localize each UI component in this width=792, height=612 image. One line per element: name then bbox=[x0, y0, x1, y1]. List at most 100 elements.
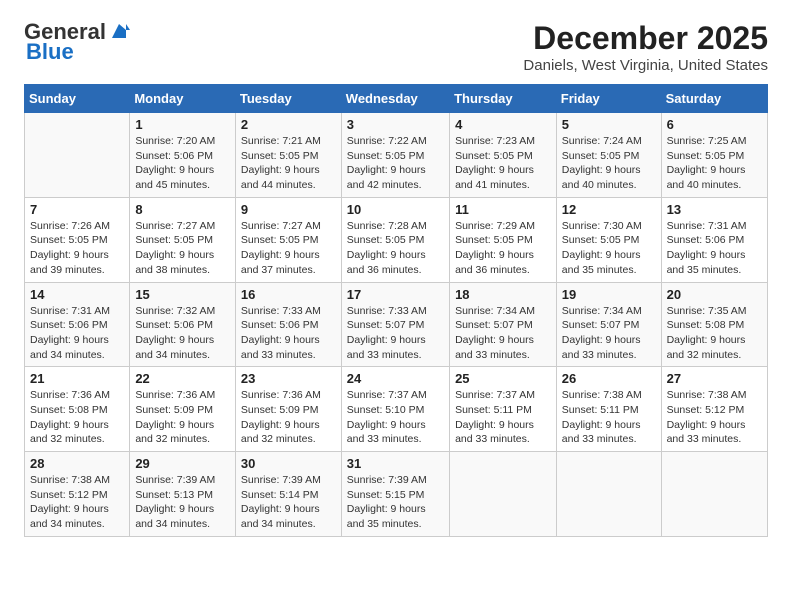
calendar-cell: 18 Sunrise: 7:34 AM Sunset: 5:07 PM Dayli… bbox=[450, 282, 557, 367]
day-number: 2 bbox=[241, 117, 336, 132]
logo-blue: Blue bbox=[26, 40, 74, 64]
day-detail: Sunrise: 7:38 AM Sunset: 5:12 PM Dayligh… bbox=[30, 473, 124, 532]
calendar-cell: 25 Sunrise: 7:37 AM Sunset: 5:11 PM Dayli… bbox=[450, 367, 557, 452]
calendar-cell: 30Sunrise: 7:39 AM Sunset: 5:14 PM Dayli… bbox=[235, 452, 341, 537]
day-detail: Sunrise: 7:36 AM Sunset: 5:09 PM Dayligh… bbox=[241, 388, 336, 447]
calendar-cell: 31Sunrise: 7:39 AM Sunset: 5:15 PM Dayli… bbox=[341, 452, 449, 537]
day-number: 4 bbox=[455, 117, 551, 132]
day-number: 25 bbox=[455, 371, 551, 386]
calendar-cell: 8 Sunrise: 7:27 AM Sunset: 5:05 PM Daylig… bbox=[130, 197, 236, 282]
day-detail: Sunrise: 7:31 AM Sunset: 5:06 PM Dayligh… bbox=[667, 219, 762, 278]
day-of-week-sunday: Sunday bbox=[25, 85, 130, 113]
calendar-week-4: 21 Sunrise: 7:36 AM Sunset: 5:08 PM Dayli… bbox=[25, 367, 768, 452]
day-detail: Sunrise: 7:33 AM Sunset: 5:06 PM Dayligh… bbox=[241, 304, 336, 363]
day-detail: Sunrise: 7:37 AM Sunset: 5:11 PM Dayligh… bbox=[455, 388, 551, 447]
calendar-cell: 2 Sunrise: 7:21 AM Sunset: 5:05 PM Daylig… bbox=[235, 113, 341, 198]
calendar-cell: 7 Sunrise: 7:26 AM Sunset: 5:05 PM Daylig… bbox=[25, 197, 130, 282]
calendar-cell: 24Sunrise: 7:37 AM Sunset: 5:10 PM Dayli… bbox=[341, 367, 449, 452]
calendar-cell: 12 Sunrise: 7:30 AM Sunset: 5:05 PM Dayli… bbox=[556, 197, 661, 282]
day-detail: Sunrise: 7:33 AM Sunset: 5:07 PM Dayligh… bbox=[347, 304, 444, 363]
day-detail: Sunrise: 7:38 AM Sunset: 5:11 PM Dayligh… bbox=[562, 388, 656, 447]
day-detail: Sunrise: 7:26 AM Sunset: 5:05 PM Dayligh… bbox=[30, 219, 124, 278]
day-number: 29 bbox=[135, 456, 230, 471]
day-detail: Sunrise: 7:24 AM Sunset: 5:05 PM Dayligh… bbox=[562, 134, 656, 193]
day-number: 16 bbox=[241, 287, 336, 302]
day-number: 8 bbox=[135, 202, 230, 217]
day-detail: Sunrise: 7:29 AM Sunset: 5:05 PM Dayligh… bbox=[455, 219, 551, 278]
calendar-cell: 21 Sunrise: 7:36 AM Sunset: 5:08 PM Dayli… bbox=[25, 367, 130, 452]
day-detail: Sunrise: 7:36 AM Sunset: 5:09 PM Dayligh… bbox=[135, 388, 230, 447]
day-number: 28 bbox=[30, 456, 124, 471]
calendar-cell: 17Sunrise: 7:33 AM Sunset: 5:07 PM Dayli… bbox=[341, 282, 449, 367]
day-number: 3 bbox=[347, 117, 444, 132]
calendar-subtitle: Daniels, West Virginia, United States bbox=[523, 57, 768, 74]
day-number: 27 bbox=[667, 371, 762, 386]
calendar-cell: 26 Sunrise: 7:38 AM Sunset: 5:11 PM Dayli… bbox=[556, 367, 661, 452]
calendar-cell: 10Sunrise: 7:28 AM Sunset: 5:05 PM Dayli… bbox=[341, 197, 449, 282]
page-header: General Blue December 2025 Daniels, West… bbox=[24, 20, 768, 74]
day-number: 1 bbox=[135, 117, 230, 132]
day-of-week-tuesday: Tuesday bbox=[235, 85, 341, 113]
day-number: 9 bbox=[241, 202, 336, 217]
calendar-cell: 29Sunrise: 7:39 AM Sunset: 5:13 PM Dayli… bbox=[130, 452, 236, 537]
calendar-week-5: 28 Sunrise: 7:38 AM Sunset: 5:12 PM Dayli… bbox=[25, 452, 768, 537]
day-detail: Sunrise: 7:38 AM Sunset: 5:12 PM Dayligh… bbox=[667, 388, 762, 447]
day-detail: Sunrise: 7:39 AM Sunset: 5:15 PM Dayligh… bbox=[347, 473, 444, 532]
day-detail: Sunrise: 7:22 AM Sunset: 5:05 PM Dayligh… bbox=[347, 134, 444, 193]
day-detail: Sunrise: 7:35 AM Sunset: 5:08 PM Dayligh… bbox=[667, 304, 762, 363]
day-number: 26 bbox=[562, 371, 656, 386]
day-detail: Sunrise: 7:28 AM Sunset: 5:05 PM Dayligh… bbox=[347, 219, 444, 278]
calendar-cell: 23 Sunrise: 7:36 AM Sunset: 5:09 PM Dayli… bbox=[235, 367, 341, 452]
calendar-cell: 15 Sunrise: 7:32 AM Sunset: 5:06 PM Dayli… bbox=[130, 282, 236, 367]
day-of-week-friday: Friday bbox=[556, 85, 661, 113]
day-detail: Sunrise: 7:27 AM Sunset: 5:05 PM Dayligh… bbox=[241, 219, 336, 278]
day-detail: Sunrise: 7:27 AM Sunset: 5:05 PM Dayligh… bbox=[135, 219, 230, 278]
day-number: 15 bbox=[135, 287, 230, 302]
calendar-cell: 9 Sunrise: 7:27 AM Sunset: 5:05 PM Daylig… bbox=[235, 197, 341, 282]
day-number: 12 bbox=[562, 202, 656, 217]
day-detail: Sunrise: 7:20 AM Sunset: 5:06 PM Dayligh… bbox=[135, 134, 230, 193]
day-detail: Sunrise: 7:21 AM Sunset: 5:05 PM Dayligh… bbox=[241, 134, 336, 193]
day-number: 30 bbox=[241, 456, 336, 471]
calendar-header-row: SundayMondayTuesdayWednesdayThursdayFrid… bbox=[25, 85, 768, 113]
calendar-cell: 28 Sunrise: 7:38 AM Sunset: 5:12 PM Dayli… bbox=[25, 452, 130, 537]
day-number: 11 bbox=[455, 202, 551, 217]
logo-icon bbox=[108, 20, 130, 42]
day-of-week-saturday: Saturday bbox=[661, 85, 767, 113]
calendar-cell: 22Sunrise: 7:36 AM Sunset: 5:09 PM Dayli… bbox=[130, 367, 236, 452]
day-detail: Sunrise: 7:34 AM Sunset: 5:07 PM Dayligh… bbox=[455, 304, 551, 363]
calendar-week-3: 14Sunrise: 7:31 AM Sunset: 5:06 PM Dayli… bbox=[25, 282, 768, 367]
day-detail: Sunrise: 7:25 AM Sunset: 5:05 PM Dayligh… bbox=[667, 134, 762, 193]
calendar-cell: 11 Sunrise: 7:29 AM Sunset: 5:05 PM Dayli… bbox=[450, 197, 557, 282]
logo: General Blue bbox=[24, 20, 130, 64]
calendar-cell: 19Sunrise: 7:34 AM Sunset: 5:07 PM Dayli… bbox=[556, 282, 661, 367]
day-detail: Sunrise: 7:36 AM Sunset: 5:08 PM Dayligh… bbox=[30, 388, 124, 447]
day-number: 7 bbox=[30, 202, 124, 217]
day-number: 24 bbox=[347, 371, 444, 386]
calendar-cell: 1 Sunrise: 7:20 AM Sunset: 5:06 PM Daylig… bbox=[130, 113, 236, 198]
day-number: 19 bbox=[562, 287, 656, 302]
calendar-week-2: 7 Sunrise: 7:26 AM Sunset: 5:05 PM Daylig… bbox=[25, 197, 768, 282]
calendar-table: SundayMondayTuesdayWednesdayThursdayFrid… bbox=[24, 84, 768, 537]
day-detail: Sunrise: 7:32 AM Sunset: 5:06 PM Dayligh… bbox=[135, 304, 230, 363]
day-detail: Sunrise: 7:30 AM Sunset: 5:05 PM Dayligh… bbox=[562, 219, 656, 278]
calendar-cell bbox=[556, 452, 661, 537]
calendar-cell: 16 Sunrise: 7:33 AM Sunset: 5:06 PM Dayli… bbox=[235, 282, 341, 367]
day-number: 6 bbox=[667, 117, 762, 132]
calendar-cell bbox=[661, 452, 767, 537]
day-number: 21 bbox=[30, 371, 124, 386]
calendar-cell: 5 Sunrise: 7:24 AM Sunset: 5:05 PM Daylig… bbox=[556, 113, 661, 198]
day-of-week-wednesday: Wednesday bbox=[341, 85, 449, 113]
day-number: 23 bbox=[241, 371, 336, 386]
day-number: 18 bbox=[455, 287, 551, 302]
title-block: December 2025 Daniels, West Virginia, Un… bbox=[523, 20, 768, 74]
calendar-cell bbox=[25, 113, 130, 198]
calendar-cell: 3 Sunrise: 7:22 AM Sunset: 5:05 PM Daylig… bbox=[341, 113, 449, 198]
calendar-cell bbox=[450, 452, 557, 537]
day-number: 5 bbox=[562, 117, 656, 132]
calendar-cell: 4 Sunrise: 7:23 AM Sunset: 5:05 PM Daylig… bbox=[450, 113, 557, 198]
day-of-week-monday: Monday bbox=[130, 85, 236, 113]
calendar-title: December 2025 bbox=[523, 20, 768, 57]
calendar-cell: 20Sunrise: 7:35 AM Sunset: 5:08 PM Dayli… bbox=[661, 282, 767, 367]
day-detail: Sunrise: 7:23 AM Sunset: 5:05 PM Dayligh… bbox=[455, 134, 551, 193]
